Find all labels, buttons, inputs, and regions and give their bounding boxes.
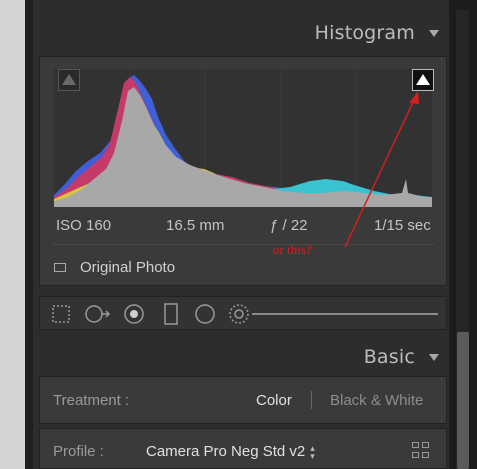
updown-arrow-icon: ▴ ▾: [310, 442, 315, 461]
red-eye-icon[interactable]: [123, 303, 145, 325]
basic-header[interactable]: Basic: [364, 346, 449, 368]
panel-divider: [25, 0, 33, 469]
develop-right-panel: Histogram ISO 160 16.5 mm ƒ / 22 1/15 se…: [33, 0, 449, 469]
scrollbar-thumb[interactable]: [457, 332, 469, 469]
spot-removal-icon[interactable]: [84, 303, 112, 325]
treatment-bw-option[interactable]: Black & White: [330, 392, 423, 409]
treatment-divider: [311, 391, 312, 409]
annotation-note: or this?: [273, 242, 312, 257]
profile-label: Profile :: [53, 443, 104, 460]
adjustment-brush-icon[interactable]: [228, 303, 250, 325]
treatment-label: Treatment :: [53, 392, 130, 409]
treatment-row: Treatment : Color Black & White: [39, 376, 447, 424]
collapse-arrow-icon[interactable]: [429, 353, 439, 361]
profile-value: Camera Pro Neg Std v2: [146, 443, 306, 460]
treatment-color-option[interactable]: Color: [256, 392, 292, 409]
left-panel-edge: [0, 0, 25, 469]
basic-title: Basic: [363, 346, 415, 368]
crop-overlay-icon[interactable]: [50, 303, 72, 325]
profile-select[interactable]: Camera Pro Neg Std v2 ▴ ▾: [146, 443, 315, 460]
brush-size-slider[interactable]: [252, 313, 438, 315]
tool-strip: [39, 296, 447, 330]
annotation-arrow: [344, 91, 419, 248]
profile-row: Profile : Camera Pro Neg Std v2 ▴ ▾: [39, 428, 447, 469]
radial-filter-icon[interactable]: [194, 303, 216, 325]
profile-browser-icon[interactable]: [412, 442, 430, 458]
graduated-filter-icon[interactable]: [160, 303, 182, 325]
